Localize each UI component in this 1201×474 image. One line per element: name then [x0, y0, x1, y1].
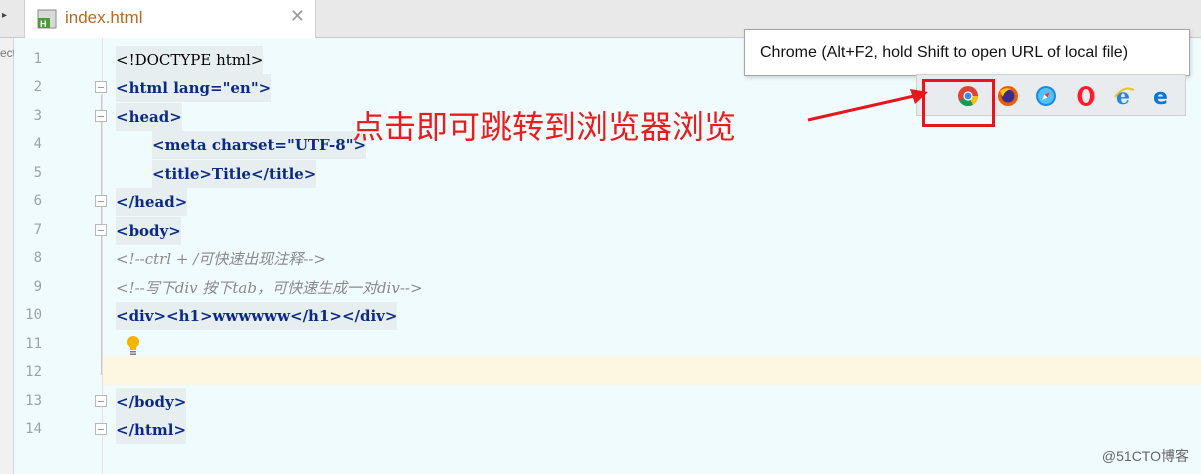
code-line-4[interactable]: <meta charset="UTF-8">: [152, 131, 367, 159]
line-number: 7: [33, 222, 42, 238]
fold-toggle-icon[interactable]: [95, 395, 107, 407]
chrome-highlight-box: [922, 79, 995, 127]
code-line-8[interactable]: <!--ctrl + /可快速出现注释-->: [116, 245, 326, 273]
close-icon[interactable]: ✕: [290, 6, 305, 27]
lightbulb-icon[interactable]: [126, 335, 140, 357]
tab-title: index.html: [65, 8, 143, 27]
annotation-text: 点击即可跳转到浏览器浏览: [352, 108, 737, 146]
line-number: 13: [25, 393, 42, 409]
ie-icon[interactable]: e: [1113, 85, 1135, 107]
current-line-highlight: [103, 356, 1201, 385]
fold-toggle-icon[interactable]: [95, 81, 107, 93]
code-line-2[interactable]: <html lang="en">: [116, 74, 272, 102]
structure-strip: ect: [0, 38, 16, 474]
line-number: 11: [25, 336, 42, 352]
code-line-6[interactable]: </head>: [116, 188, 188, 216]
gutter-divider: [102, 38, 103, 474]
fold-toggle-icon[interactable]: [95, 110, 107, 122]
code-line-14[interactable]: </html>: [116, 416, 187, 444]
code-line-5[interactable]: <title>Title</title>: [152, 160, 317, 188]
line-number: 5: [33, 165, 42, 181]
line-number: 10: [25, 307, 42, 323]
opera-icon[interactable]: [1075, 85, 1097, 107]
html-file-icon: H: [37, 9, 57, 29]
code-line-1[interactable]: <!DOCTYPE html>: [116, 46, 264, 74]
line-number: 2: [33, 79, 42, 95]
annotation-arrow: [807, 89, 928, 122]
code-line-13[interactable]: </body>: [116, 388, 187, 416]
line-number: 1: [33, 51, 42, 67]
line-number: 14: [25, 421, 42, 437]
safari-icon[interactable]: [1035, 85, 1057, 107]
line-number: 6: [33, 193, 42, 209]
code-line-9[interactable]: <!--写下div 按下tab，可快速生成一对div-->: [116, 274, 423, 302]
edge-icon[interactable]: e: [1151, 85, 1173, 107]
line-number: 8: [33, 250, 42, 266]
code-line-7[interactable]: <body>: [116, 217, 181, 245]
tab-scroll-left-icon[interactable]: ▸: [2, 10, 7, 21]
tab-index-html[interactable]: H index.html ✕: [24, 0, 316, 38]
tooltip-text: Chrome (Alt+F2, hold Shift to open URL o…: [760, 44, 1129, 61]
line-number: 3: [33, 108, 42, 124]
line-number: 9: [33, 279, 42, 295]
fold-toggle-icon[interactable]: [95, 224, 107, 236]
fold-toggle-icon[interactable]: [95, 195, 107, 207]
code-line-3[interactable]: <head>: [116, 103, 182, 131]
line-number: 12: [25, 364, 42, 380]
watermark: @51CTO博客: [1101, 448, 1189, 464]
svg-text:H: H: [40, 19, 47, 29]
browser-tooltip: Chrome (Alt+F2, hold Shift to open URL o…: [744, 29, 1190, 76]
line-number: 4: [33, 136, 42, 152]
firefox-icon[interactable]: [997, 85, 1019, 107]
svg-text:e: e: [1153, 85, 1168, 107]
code-line-10[interactable]: <div><h1>wwwwww</h1></div>: [116, 302, 398, 330]
fold-toggle-icon[interactable]: [95, 423, 107, 435]
